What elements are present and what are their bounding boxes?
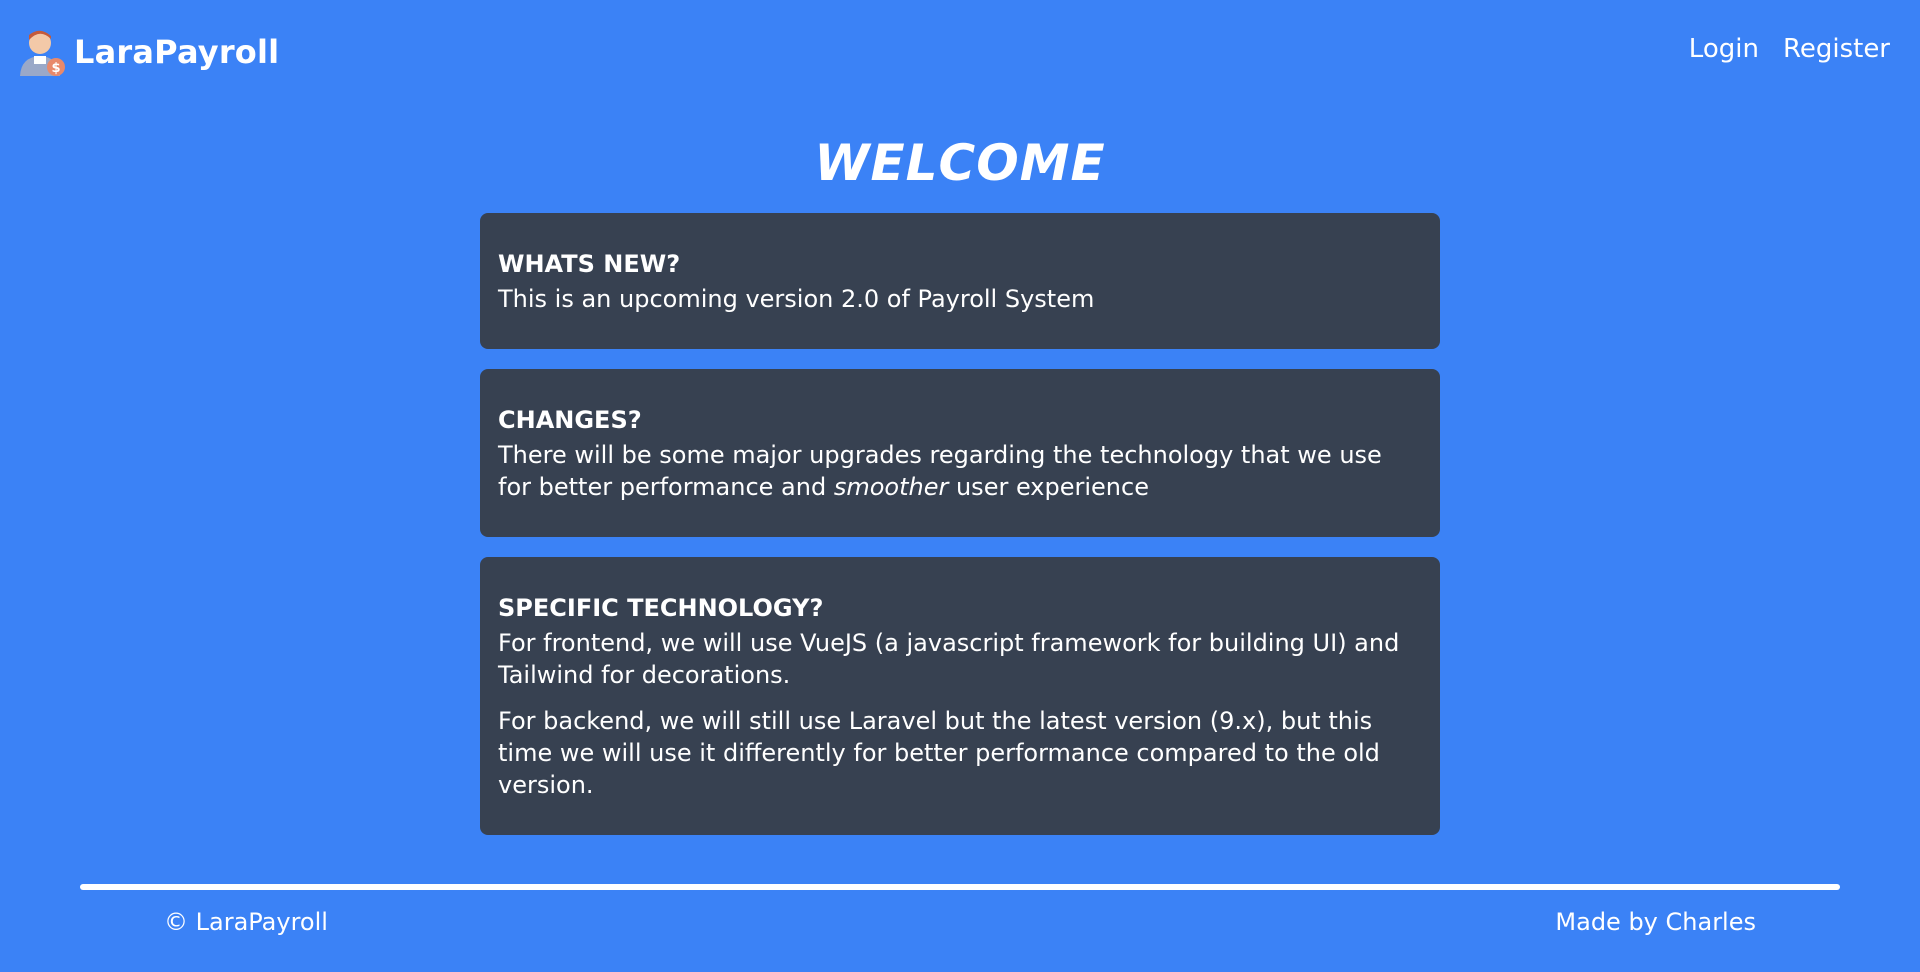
card-heading: WHATS NEW? (498, 250, 681, 278)
card-heading: CHANGES? (498, 406, 642, 434)
copyright-text: © LaraPayroll (164, 908, 328, 936)
payroll-user-icon: $ (20, 30, 65, 76)
card-text-emphasis: smoother (833, 473, 949, 501)
card-heading: SPECIFIC TECHNOLOGY? (498, 594, 824, 622)
auth-nav: Login Register (1689, 34, 1890, 64)
whats-new-card: WHATS NEW? This is an upcoming version 2… (480, 213, 1440, 349)
card-text: There will be some major upgrades regard… (498, 439, 1422, 503)
page-title: WELCOME (814, 134, 1106, 192)
footer: © LaraPayroll Made by Charles (0, 884, 1920, 972)
info-cards: WHATS NEW? This is an upcoming version 2… (480, 213, 1440, 855)
top-navbar: $ LaraPayroll Login Register (0, 0, 1920, 104)
frontend-text: For frontend, we will use VueJS (a javas… (498, 629, 1400, 689)
footer-divider (80, 884, 1840, 890)
login-link[interactable]: Login (1689, 34, 1759, 64)
svg-text:$: $ (51, 61, 60, 76)
changes-card: CHANGES? There will be some major upgrad… (480, 369, 1440, 537)
brand-link[interactable]: $ LaraPayroll (16, 26, 279, 78)
author-credit: Made by Charles (1555, 908, 1756, 936)
page: $ LaraPayroll Login Register WELCOME WHA… (0, 0, 1920, 972)
card-text-end: user experience (948, 473, 1149, 501)
register-link[interactable]: Register (1783, 34, 1890, 64)
brand-name: LaraPayroll (74, 33, 280, 71)
card-text: This is an upcoming version 2.0 of Payro… (498, 285, 1095, 313)
backend-text: For backend, we will still use Laravel b… (498, 707, 1380, 799)
specific-technology-card: SPECIFIC TECHNOLOGY? For frontend, we wi… (480, 557, 1440, 835)
